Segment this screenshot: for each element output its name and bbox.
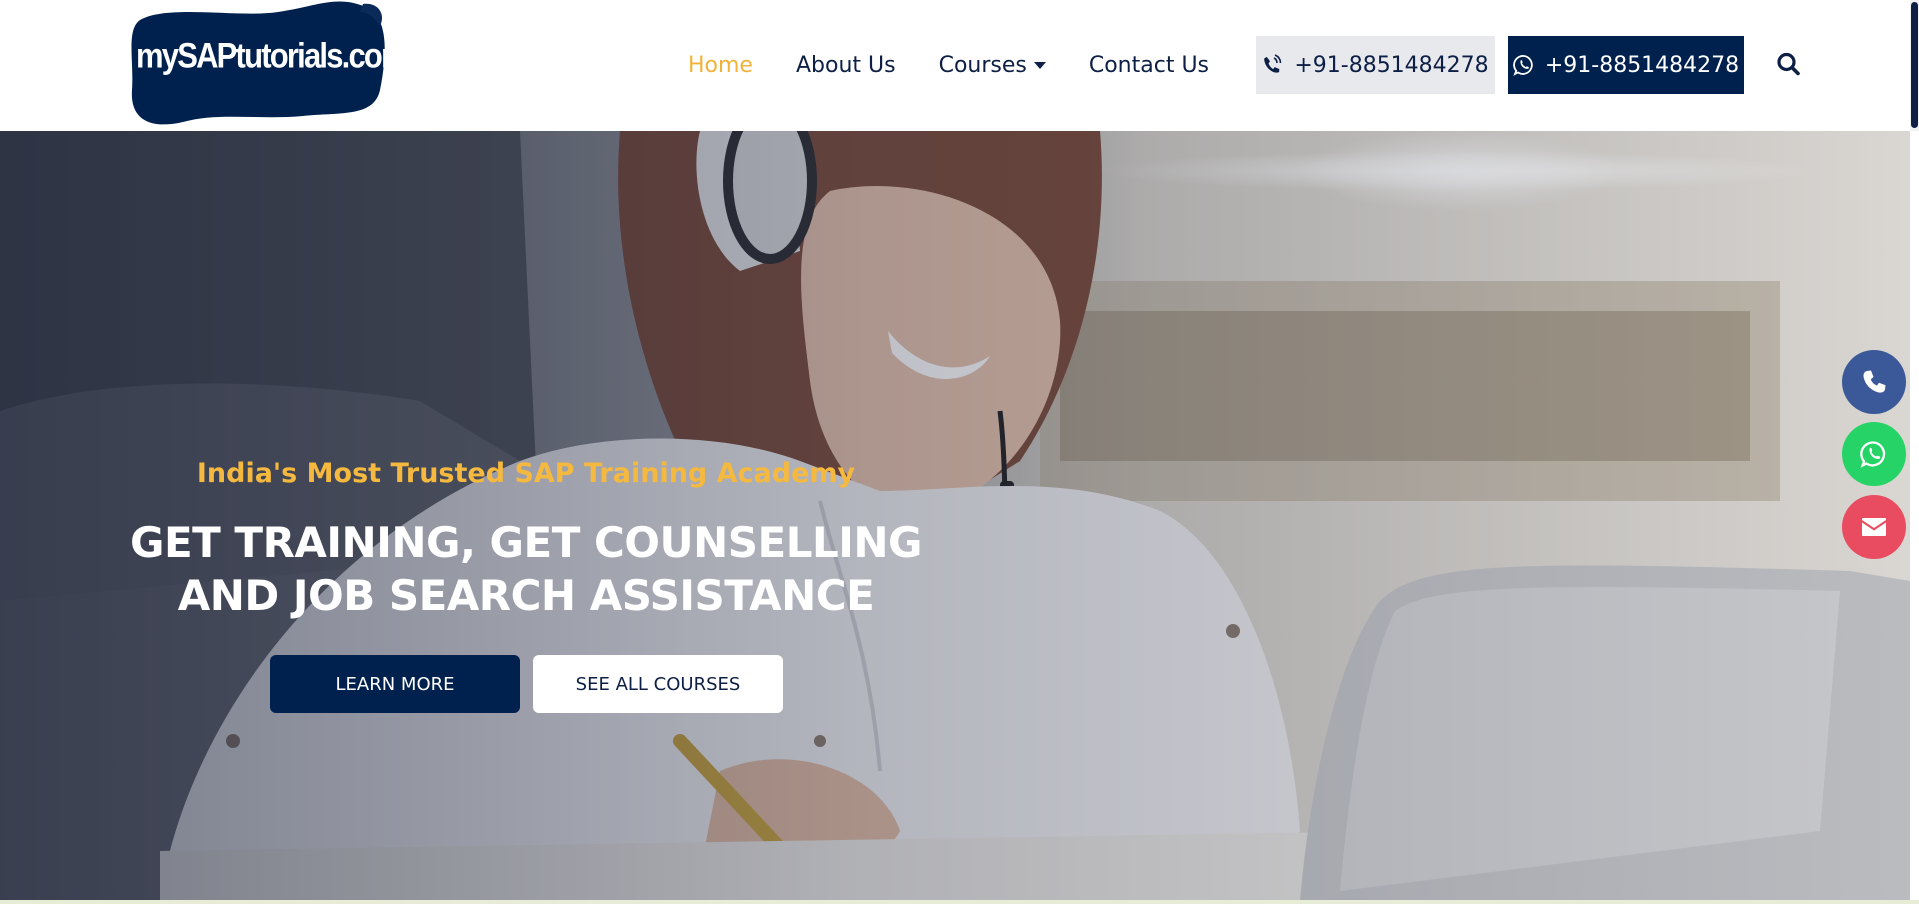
floating-whatsapp-button[interactable] [1842, 422, 1906, 486]
hero-title-line-1: GET TRAINING, GET COUNSELLING [130, 518, 922, 567]
envelope-icon [1862, 518, 1886, 536]
page-bottom-strip [0, 900, 1919, 904]
nav-about-us[interactable]: About Us [796, 53, 896, 78]
main-nav: Home About Us Courses Contact Us [688, 36, 1252, 94]
hero-tagline: India's Most Trusted SAP Training Academ… [196, 458, 856, 489]
hero-title: GET TRAINING, GET COUNSELLING AND JOB SE… [90, 516, 962, 622]
phone-volume-icon [1264, 54, 1282, 73]
hero-section: India's Most Trusted SAP Training Academ… [0, 131, 1910, 901]
learn-more-button[interactable]: LEARN MORE [270, 655, 520, 713]
phone-number-label: +91-8851484278 [1294, 52, 1489, 78]
whatsapp-number-label: +91-8851484278 [1544, 52, 1740, 78]
whatsapp-icon [1860, 441, 1886, 468]
site-header: mySAPtutorials.com Home About Us Courses… [0, 0, 1919, 131]
floating-phone-button[interactable] [1842, 350, 1906, 414]
whatsapp-icon [1513, 55, 1533, 76]
phone-call-button[interactable]: +91-8851484278 [1256, 36, 1495, 94]
nav-courses-label: Courses [938, 52, 1027, 78]
page-scrollbar[interactable] [1910, 0, 1919, 131]
phone-icon [1863, 370, 1886, 393]
hero-title-line-2: AND JOB SEARCH ASSISTANCE [177, 571, 875, 620]
nav-home[interactable]: Home [688, 53, 753, 78]
nav-courses[interactable]: Courses [939, 53, 1046, 78]
search-icon[interactable] [1776, 50, 1802, 80]
logo-text: mySAPtutorials.com [136, 35, 409, 76]
whatsapp-button[interactable]: +91-8851484278 [1508, 36, 1744, 94]
nav-home-label: Home [688, 52, 753, 78]
caret-down-icon [1033, 61, 1046, 69]
nav-contact-us[interactable]: Contact Us [1089, 53, 1209, 78]
nav-about-label: About Us [795, 52, 896, 78]
floating-email-button[interactable] [1842, 495, 1906, 559]
nav-contact-label: Contact Us [1088, 52, 1210, 78]
see-all-courses-button[interactable]: SEE ALL COURSES [533, 655, 783, 713]
site-logo[interactable]: mySAPtutorials.com [128, 0, 409, 131]
